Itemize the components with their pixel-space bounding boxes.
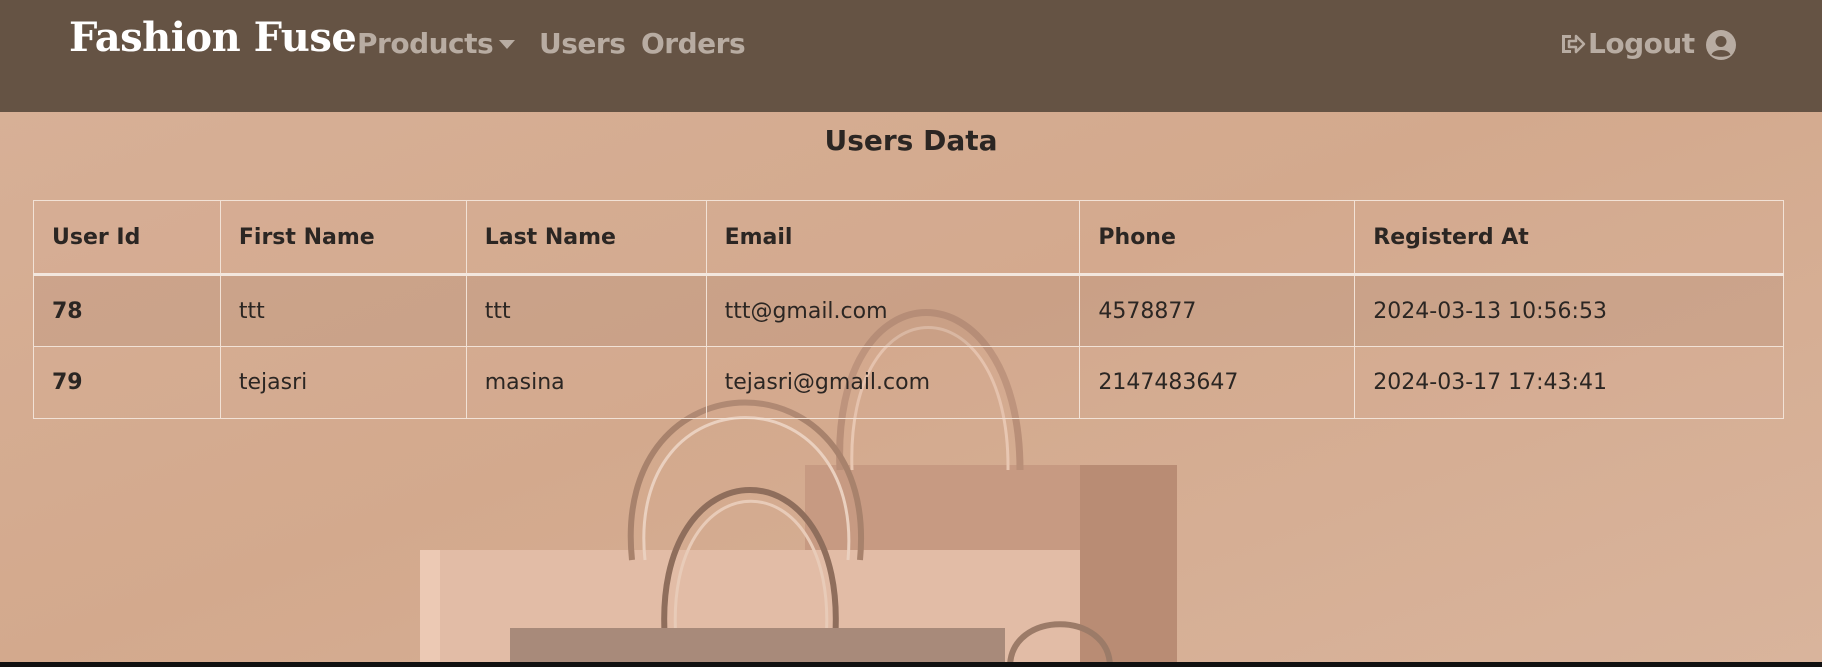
brand-logo-text[interactable]: Fashion Fuse [69,14,357,61]
cell-registered-at: 2024-03-13 10:56:53 [1354,274,1784,347]
cell-phone: 2147483647 [1079,346,1356,419]
nav-users-link[interactable]: Users [539,27,626,60]
caret-down-icon[interactable] [499,40,515,49]
cell-first-name: ttt [219,274,467,347]
table-row: 78 ttt ttt ttt@gmail.com 4578877 2024-03… [33,274,1784,347]
users-table: User Id First Name Last Name Email Phone… [33,200,1784,419]
logout-icon [1562,34,1586,53]
cell-phone: 4578877 [1079,274,1356,347]
nav-products-dropdown[interactable]: Products [357,27,494,60]
header-phone: Phone [1079,200,1356,276]
cell-user-id: 79 [33,346,221,419]
window-bottom-edge [0,662,1822,667]
table-row: 79 tejasri masina tejasri@gmail.com 2147… [33,346,1784,419]
cell-last-name: ttt [465,274,707,347]
header-first-name: First Name [219,200,467,276]
cell-last-name: masina [465,346,707,419]
top-navbar: Fashion Fuse Products Users Orders Logou… [0,0,1822,112]
table-header-row: User Id First Name Last Name Email Phone… [33,200,1784,276]
header-last-name: Last Name [465,200,707,276]
user-circle-icon[interactable] [1705,29,1737,61]
cell-user-id: 78 [33,274,221,347]
cell-first-name: tejasri [219,346,467,419]
header-user-id: User Id [33,200,221,276]
cell-email: ttt@gmail.com [705,274,1081,347]
cell-email: tejasri@gmail.com [705,346,1081,419]
logout-label: Logout [1588,27,1695,60]
logout-button[interactable]: Logout [1558,27,1695,60]
page-title: Users Data [824,124,998,157]
cell-registered-at: 2024-03-17 17:43:41 [1354,346,1784,419]
header-email: Email [705,200,1081,276]
header-registered-at: Registerd At [1354,200,1784,276]
nav-orders-link[interactable]: Orders [641,27,746,60]
